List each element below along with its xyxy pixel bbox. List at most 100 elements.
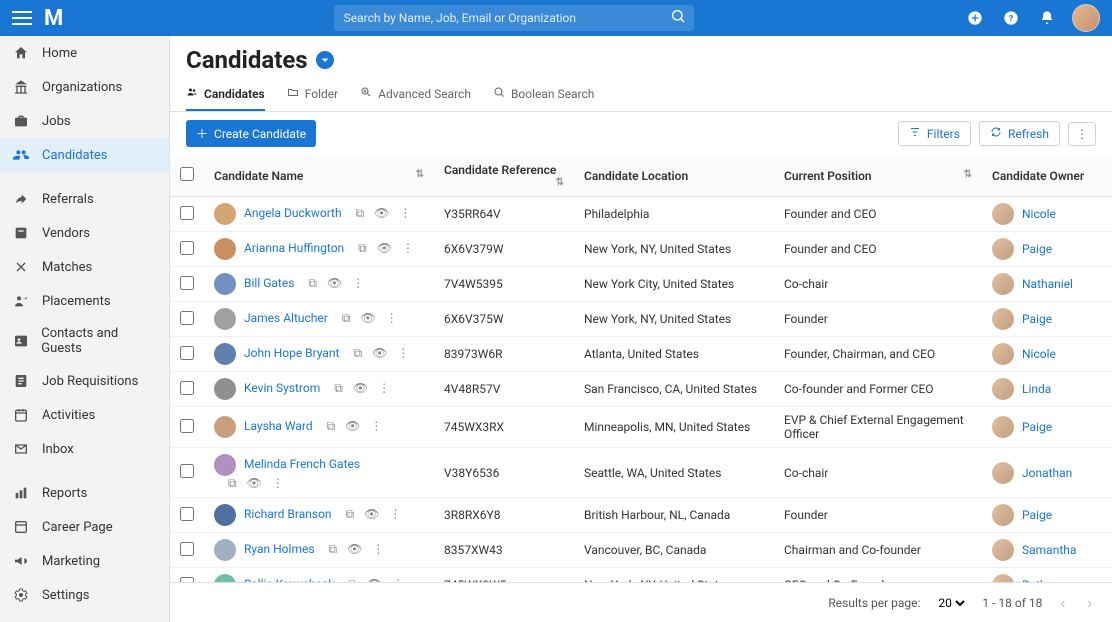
prev-page-button[interactable]: ‹	[1056, 589, 1069, 616]
candidate-name-link[interactable]: Ryan Holmes	[244, 542, 315, 556]
row-more-icon[interactable]: ⋮	[402, 241, 414, 256]
next-page-button[interactable]: ›	[1083, 589, 1096, 616]
row-more-icon[interactable]: ⋮	[372, 542, 384, 557]
row-more-icon[interactable]: ⋮	[378, 381, 390, 396]
sidebar-item-activities[interactable]: Activities	[0, 398, 169, 432]
tab-folder[interactable]: Folder	[287, 78, 338, 111]
col-owner[interactable]: Candidate Owner	[992, 169, 1084, 183]
sidebar-item-home[interactable]: Home	[0, 36, 169, 70]
sidebar-item-inbox[interactable]: Inbox	[0, 432, 169, 466]
sidebar-item-contacts-and-guests[interactable]: Contacts and Guests	[0, 318, 169, 364]
col-name[interactable]: Candidate Name	[214, 169, 303, 183]
sort-icon[interactable]: ⇅	[964, 169, 972, 180]
row-checkbox[interactable]	[180, 241, 194, 255]
row-more-icon[interactable]: ⋮	[399, 206, 411, 221]
eye-icon[interactable]: 👁	[247, 476, 262, 491]
copy-icon[interactable]: ⧉	[342, 311, 351, 326]
sort-icon[interactable]: ⇅	[556, 177, 564, 188]
col-pos[interactable]: Current Position	[784, 169, 872, 183]
candidate-name-link[interactable]: Bill Gates	[244, 276, 294, 290]
menu-toggle-button[interactable]	[12, 11, 32, 25]
eye-icon[interactable]: 👁	[345, 419, 360, 434]
sidebar-item-candidates[interactable]: Candidates	[0, 138, 169, 172]
row-checkbox[interactable]	[180, 206, 194, 220]
sidebar-item-reports[interactable]: Reports	[0, 476, 169, 510]
eye-icon[interactable]: 👁	[353, 381, 368, 396]
candidate-name-link[interactable]: Arianna Huffington	[244, 241, 344, 255]
copy-icon[interactable]: ⧉	[308, 276, 317, 291]
owner-name-link[interactable]: Nathaniel	[1022, 277, 1073, 291]
owner-name-link[interactable]: Linda	[1022, 382, 1051, 396]
row-checkbox[interactable]	[180, 542, 194, 556]
tab-boolean-search[interactable]: Boolean Search	[493, 78, 594, 111]
row-more-icon[interactable]: ⋮	[272, 476, 284, 491]
sidebar-item-placements[interactable]: Placements	[0, 284, 169, 318]
sidebar-item-vendors[interactable]: Vendors	[0, 216, 169, 250]
select-all-checkbox[interactable]	[180, 167, 194, 181]
row-more-icon[interactable]: ⋮	[397, 346, 409, 361]
app-logo[interactable]: M	[44, 6, 63, 31]
rpp-select[interactable]: 20	[934, 595, 968, 611]
owner-name-link[interactable]: Jonathan	[1022, 466, 1072, 480]
search-input[interactable]	[334, 5, 694, 31]
sidebar-item-matches[interactable]: Matches	[0, 250, 169, 284]
eye-icon[interactable]: 👁	[372, 346, 387, 361]
candidate-name-link[interactable]: John Hope Bryant	[244, 346, 339, 360]
owner-name-link[interactable]: Paige	[1022, 420, 1052, 434]
sidebar-item-administration[interactable]: Administration	[0, 612, 169, 622]
copy-icon[interactable]: ⧉	[329, 542, 338, 557]
row-checkbox[interactable]	[180, 464, 194, 478]
create-candidate-button[interactable]: ＋ Create Candidate	[186, 120, 316, 147]
candidate-name-link[interactable]: Melinda French Gates	[244, 457, 360, 471]
more-actions-button[interactable]: ⋮	[1068, 122, 1096, 146]
eye-icon[interactable]: 👁	[360, 311, 375, 326]
col-ref[interactable]: Candidate Reference	[444, 163, 556, 177]
candidate-name-link[interactable]: Angela Duckworth	[244, 206, 342, 220]
copy-icon[interactable]: ⧉	[346, 507, 355, 522]
eye-icon[interactable]: 👁	[364, 507, 379, 522]
sidebar-item-job-requisitions[interactable]: Job Requisitions	[0, 364, 169, 398]
eye-icon[interactable]: 👁	[377, 241, 392, 256]
eye-icon[interactable]: 👁	[374, 206, 389, 221]
owner-name-link[interactable]: Nicole	[1022, 207, 1056, 221]
tab-advanced-search[interactable]: Advanced Search	[360, 78, 471, 111]
eye-icon[interactable]: 👁	[327, 276, 342, 291]
copy-icon[interactable]: ⧉	[356, 206, 365, 221]
row-more-icon[interactable]: ⋮	[389, 507, 401, 522]
refresh-button[interactable]: Refresh	[979, 121, 1060, 146]
eye-icon[interactable]: 👁	[347, 542, 362, 557]
copy-icon[interactable]: ⧉	[327, 419, 336, 434]
row-more-icon[interactable]: ⋮	[386, 311, 398, 326]
sidebar-item-organizations[interactable]: Organizations	[0, 70, 169, 104]
row-checkbox[interactable]	[180, 346, 194, 360]
candidate-name-link[interactable]: Laysha Ward	[244, 419, 313, 433]
title-dropdown-icon[interactable]	[316, 51, 334, 69]
owner-name-link[interactable]: Paige	[1022, 312, 1052, 326]
owner-name-link[interactable]: Paige	[1022, 242, 1052, 256]
copy-icon[interactable]: ⧉	[353, 346, 362, 361]
sidebar-item-marketing[interactable]: Marketing	[0, 544, 169, 578]
row-more-icon[interactable]: ⋮	[352, 276, 364, 291]
candidate-name-link[interactable]: James Altucher	[244, 311, 328, 325]
candidate-name-link[interactable]: Richard Branson	[244, 507, 332, 521]
sidebar-item-career-page[interactable]: Career Page	[0, 510, 169, 544]
search-icon[interactable]	[670, 8, 686, 28]
sidebar-item-referrals[interactable]: Referrals	[0, 182, 169, 216]
bell-icon[interactable]	[1036, 7, 1058, 29]
row-checkbox[interactable]	[180, 311, 194, 325]
row-checkbox[interactable]	[180, 419, 194, 433]
owner-name-link[interactable]: Nicole	[1022, 347, 1056, 361]
copy-icon[interactable]: ⧉	[228, 476, 237, 491]
candidate-name-link[interactable]: Kevin Systrom	[244, 381, 320, 395]
col-loc[interactable]: Candidate Location	[584, 169, 688, 183]
owner-name-link[interactable]: Samantha	[1022, 543, 1076, 557]
row-checkbox[interactable]	[180, 381, 194, 395]
sidebar-item-settings[interactable]: Settings	[0, 578, 169, 612]
tab-candidates[interactable]: Candidates	[186, 78, 265, 111]
sidebar-item-jobs[interactable]: Jobs	[0, 104, 169, 138]
copy-icon[interactable]: ⧉	[358, 241, 367, 256]
row-checkbox[interactable]	[180, 507, 194, 521]
user-avatar[interactable]	[1072, 4, 1100, 32]
add-icon[interactable]	[964, 7, 986, 29]
copy-icon[interactable]: ⧉	[334, 381, 343, 396]
